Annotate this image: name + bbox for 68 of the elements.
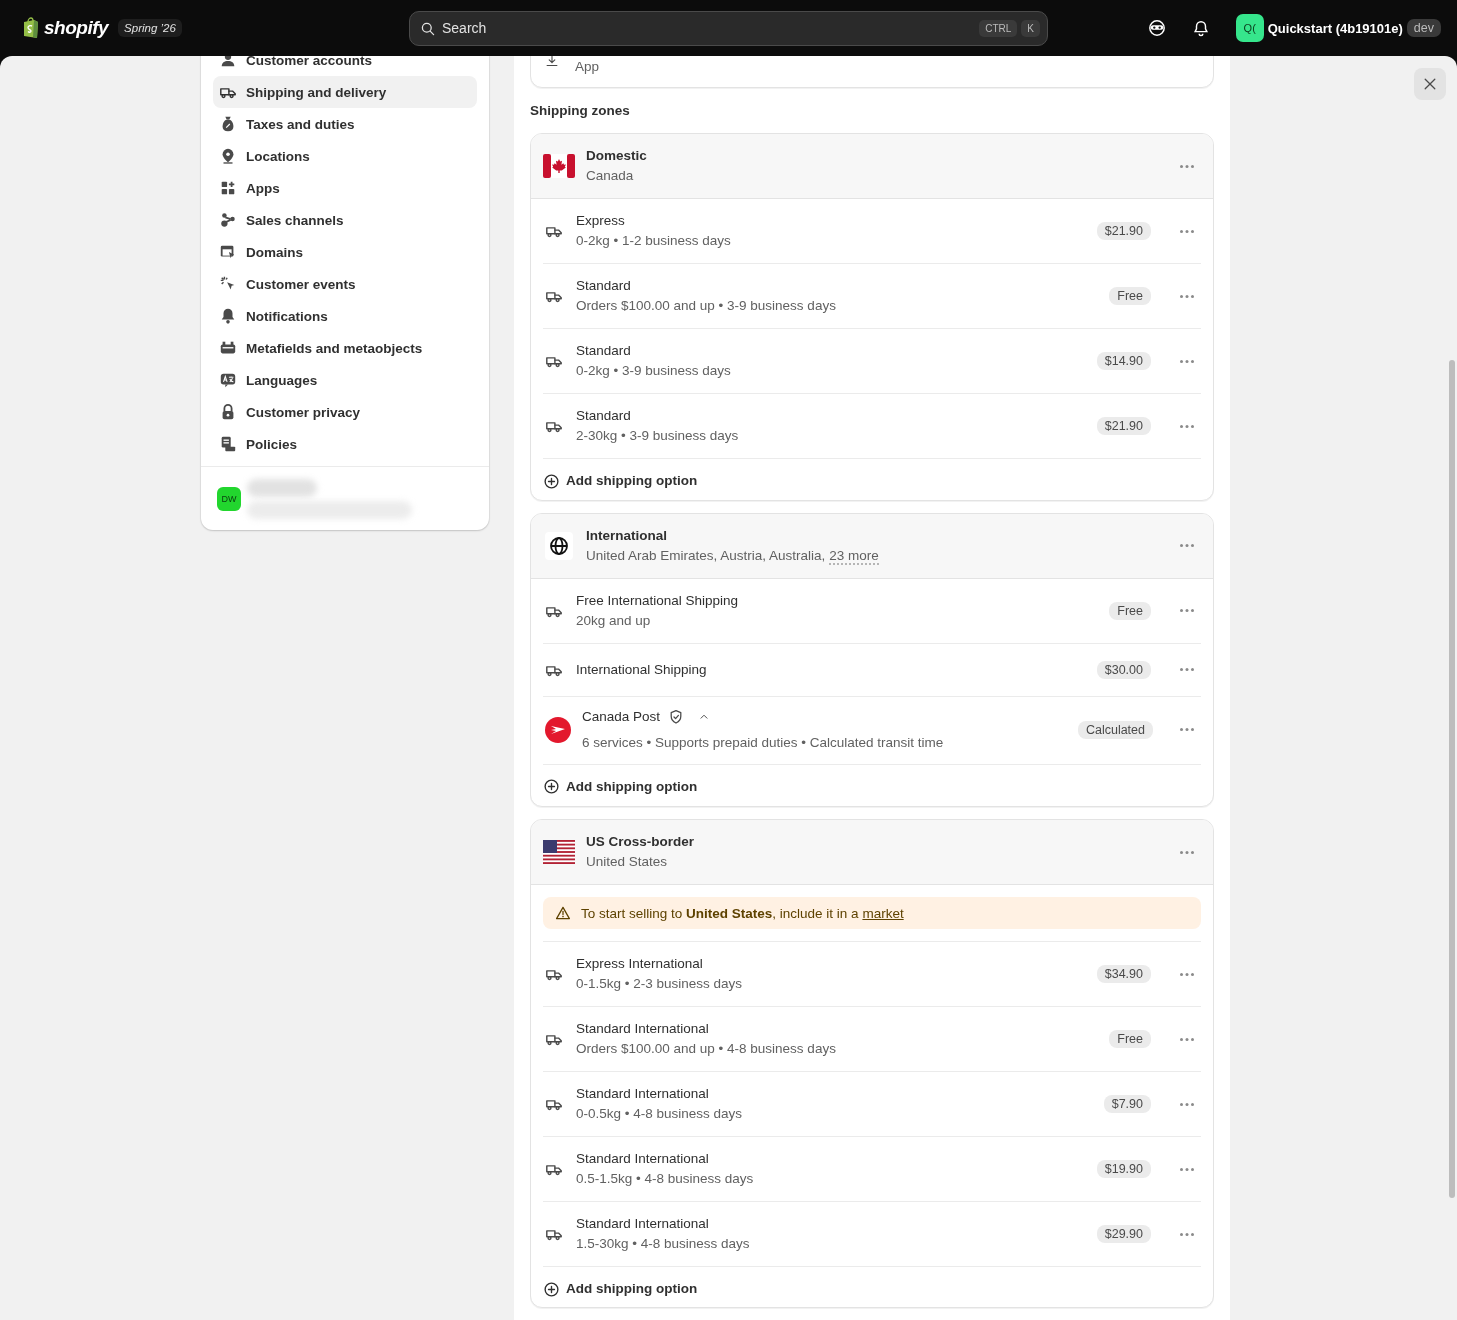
carrier-name: Canada Post: [582, 707, 661, 726]
zone-name: Domestic: [586, 147, 648, 165]
price-badge: $29.90: [1096, 1225, 1151, 1244]
rate-details: 2-30kg • 3-9 business days: [576, 427, 740, 445]
edition-badge: Spring ’26: [118, 19, 182, 37]
sidebar-item[interactable]: Taxes and duties: [213, 108, 477, 140]
zone-regions: United Arab Emirates, Austria, Australia, 23 more: [586, 546, 880, 566]
zone-name: US Cross-border: [586, 833, 696, 852]
rate-details: Orders $100.00 and up • 3-9 business days: [576, 297, 837, 315]
store-name: Quickstart (4b19101e): [1267, 20, 1403, 36]
rate-details: 0.5-1.5kg • 4-8 business days: [576, 1170, 755, 1189]
sidebar-item[interactable]: Customer events: [213, 268, 477, 300]
rate-details: 20kg and up: [576, 611, 652, 630]
sidebar-item[interactable]: Notifications: [213, 300, 477, 332]
price-badge: $30.00: [1096, 660, 1151, 679]
rate-name: International Shipping: [576, 660, 708, 679]
price-badge: $14.90: [1096, 352, 1151, 370]
rate-name: Express International: [576, 955, 704, 974]
more-regions-link[interactable]: 23 more: [829, 547, 879, 565]
sidebar-item[interactable]: Apps: [213, 172, 477, 204]
price-badge: $34.90: [1096, 965, 1151, 984]
store-switcher[interactable]: Q( Quickstart (4b19101e) dev: [1235, 14, 1441, 42]
price-badge: $21.90: [1096, 417, 1151, 435]
rate-name: Standard International: [576, 1085, 710, 1104]
price-badge: Free: [1109, 601, 1151, 620]
user-avatar: DW: [217, 486, 241, 511]
price-badge: $21.90: [1096, 222, 1151, 240]
rate-name: Standard International: [576, 1020, 710, 1039]
add-shipping-option-button[interactable]: Add shipping option: [543, 471, 698, 491]
rate-details: 0-2kg • 1-2 business days: [576, 232, 732, 250]
sidebar-item[interactable]: Languages: [213, 364, 477, 396]
rate-details: 0-2kg • 3-9 business days: [576, 362, 732, 380]
rate-name: Standard: [576, 407, 632, 425]
price-badge: Calculated: [1077, 720, 1153, 739]
sidebar-item[interactable]: Shipping and delivery: [213, 76, 477, 108]
rate-name: Standard International: [576, 1215, 710, 1234]
price-badge: Free: [1109, 1030, 1151, 1049]
market-link[interactable]: market: [862, 905, 904, 921]
sidebar-item[interactable]: Policies: [213, 428, 477, 460]
rate-details: 0-0.5kg • 4-8 business days: [576, 1105, 744, 1124]
sidebar-item[interactable]: Sales channels: [213, 204, 477, 236]
zone-regions: United States: [586, 853, 669, 872]
carrier-details: 6 services • Supports prepaid duties • Calculated transit time: [582, 733, 945, 752]
price-badge: Free: [1109, 287, 1151, 305]
rate-name: Standard: [576, 342, 632, 360]
dev-badge: dev: [1406, 19, 1441, 37]
logo-wordmark[interactable]: shopify: [44, 17, 109, 39]
rate-details: 0-1.5kg • 2-3 business days: [576, 975, 744, 994]
price-badge: $19.90: [1096, 1160, 1151, 1179]
warning-text: To start selling to United States, include it in a market: [581, 905, 904, 921]
rate-details: 1.5-30kg • 4-8 business days: [576, 1235, 751, 1254]
rate-name: Standard International: [576, 1150, 710, 1169]
app-label: App: [575, 58, 600, 76]
section-title: Shipping zones: [530, 102, 631, 120]
sidebar-item[interactable]: Locations: [213, 140, 477, 172]
rate-name: Free International Shipping: [576, 591, 740, 610]
price-badge: $7.90: [1103, 1095, 1151, 1114]
add-shipping-option-button[interactable]: Add shipping option: [543, 776, 698, 797]
rate-details: Orders $100.00 and up • 4-8 business days: [576, 1040, 837, 1059]
rate-name: Standard: [576, 277, 632, 295]
zone-name: International: [586, 526, 668, 545]
sidebar-item[interactable]: Domains: [213, 236, 477, 268]
add-shipping-option-button[interactable]: Add shipping option: [543, 1279, 698, 1300]
store-avatar: Q(: [1235, 14, 1264, 42]
rate-name: Express: [576, 212, 626, 230]
sidebar-item[interactable]: Metafields and metaobjects: [213, 332, 477, 364]
zone-regions: Canada: [586, 167, 635, 185]
sidebar-item[interactable]: Customer privacy: [213, 396, 477, 428]
